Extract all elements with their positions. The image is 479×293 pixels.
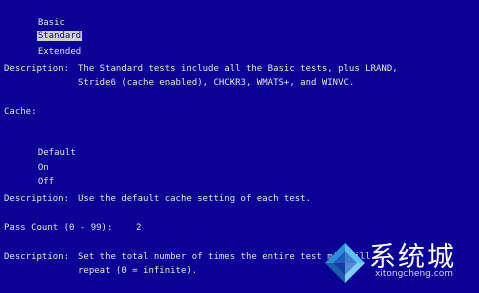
pass-count-description-line-2: repeat (0 = infinite). <box>78 266 198 276</box>
pass-count-value[interactable]: 2 <box>136 222 141 234</box>
cache-description: Use the default cache setting of each te… <box>78 194 311 204</box>
pass-count-description-label: Description: <box>4 252 70 262</box>
watermark: 系统城 xitongcheng.com <box>323 231 473 289</box>
watermark-logo-icon <box>325 243 365 283</box>
test-mix-description-line-1: The Standard tests include all the Basic… <box>78 64 398 74</box>
test-mix-option-extended[interactable]: Extended <box>26 34 82 58</box>
pass-count-label: Pass Count (0 - 99): <box>4 223 113 233</box>
test-mix-description-line-2: Stride6 (cache enabled), CHCKR3, WMATS+,… <box>78 78 355 88</box>
cache-option-off[interactable]: Off <box>26 164 55 188</box>
test-mix-description-label: Description: <box>4 64 70 74</box>
watermark-url: xitongcheng.com <box>375 269 453 279</box>
cache-description-label: Description: <box>4 194 70 204</box>
cache-label: Cache: <box>4 107 37 117</box>
